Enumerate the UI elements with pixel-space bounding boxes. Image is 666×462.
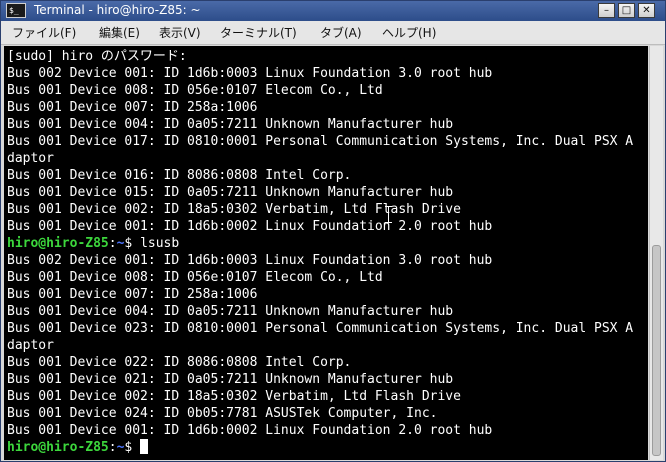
prompt-command: lsusb	[140, 236, 180, 251]
output-line: Bus 002 Device 001: ID 1d6b:0003 Linux F…	[7, 253, 493, 268]
output-line: [sudo] hiro のパスワード:	[7, 49, 187, 64]
output-line: Bus 001 Device 022: ID 8086:0808 Intel C…	[7, 355, 352, 370]
maximize-button[interactable]: □	[618, 3, 635, 18]
menu-tabs[interactable]: タブ(A)	[320, 21, 362, 45]
prompt-symbol: $	[124, 236, 141, 251]
prompt-separator: :	[108, 440, 117, 455]
menu-help[interactable]: ヘルプ(H)	[382, 21, 436, 45]
output-line: Bus 001 Device 015: ID 0a05:7211 Unknown…	[7, 185, 454, 200]
terminal-output[interactable]: [sudo] hiro のパスワード: Bus 002 Device 001: I…	[4, 46, 648, 460]
menu-terminal[interactable]: ターミナル(T)	[220, 21, 297, 45]
prompt-separator: :	[108, 236, 117, 251]
title-bar[interactable]: $_ Terminal - hiro@hiro-Z85: ~ – □ ✕	[1, 1, 665, 21]
output-line: Bus 001 Device 017: ID 0810:0001 Persona…	[7, 134, 634, 149]
scrollbar-thumb[interactable]	[652, 245, 661, 456]
output-line: Bus 001 Device 016: ID 8086:0808 Intel C…	[7, 168, 352, 183]
output-line: Bus 001 Device 023: ID 0810:0001 Persona…	[7, 321, 634, 336]
output-line: Bus 001 Device 004: ID 0a05:7211 Unknown…	[7, 304, 454, 319]
window-title: Terminal - hiro@hiro-Z85: ~	[34, 3, 201, 17]
menu-view[interactable]: 表示(V)	[159, 21, 201, 45]
prompt-line: hiro@hiro-Z85:~$	[7, 439, 149, 456]
prompt-symbol: $	[124, 440, 141, 455]
menu-bar: ファイル(F) 編集(E) 表示(V) ターミナル(T) タブ(A) ヘルプ(H…	[1, 21, 665, 45]
output-line: Bus 001 Device 004: ID 0a05:7211 Unknown…	[7, 117, 454, 132]
terminal-window: $_ Terminal - hiro@hiro-Z85: ~ – □ ✕ ファイ…	[0, 0, 666, 462]
prompt-userhost: hiro@hiro-Z85	[7, 236, 109, 251]
output-line: Bus 001 Device 024: ID 0b05:7781 ASUSTek…	[7, 406, 438, 421]
output-line: Bus 001 Device 007: ID 258a:1006	[7, 100, 258, 115]
output-line: Bus 001 Device 008: ID 056e:0107 Elecom …	[7, 83, 383, 98]
output-line: Bus 001 Device 007: ID 258a:1006	[7, 287, 258, 302]
output-line: Bus 001 Device 002: ID 18a5:0302 Verbati…	[7, 389, 461, 404]
output-line: Bus 001 Device 008: ID 056e:0107 Elecom …	[7, 270, 383, 285]
terminal-cursor	[140, 439, 149, 454]
output-line: Bus 002 Device 001: ID 1d6b:0003 Linux F…	[7, 66, 493, 81]
output-line: Bus 001 Device 002: ID 18a5:0302 Verbati…	[7, 202, 461, 217]
output-line: Bus 001 Device 001: ID 1d6b:0002 Linux F…	[7, 219, 493, 234]
prompt-userhost: hiro@hiro-Z85	[7, 440, 109, 455]
prompt-line: hiro@hiro-Z85:~$ lsusb	[7, 235, 179, 252]
menu-file[interactable]: ファイル(F)	[12, 21, 76, 45]
output-line: Bus 001 Device 001: ID 1d6b:0002 Linux F…	[7, 423, 493, 438]
output-line: daptor	[7, 151, 54, 166]
vertical-scrollbar[interactable]	[649, 46, 663, 460]
menu-edit[interactable]: 編集(E)	[99, 21, 140, 45]
minimize-button[interactable]: –	[598, 3, 615, 18]
close-button[interactable]: ✕	[638, 3, 655, 18]
terminal-icon[interactable]: $_	[6, 3, 26, 18]
output-line: Bus 001 Device 021: ID 0a05:7211 Unknown…	[7, 372, 454, 387]
output-line: daptor	[7, 338, 54, 353]
